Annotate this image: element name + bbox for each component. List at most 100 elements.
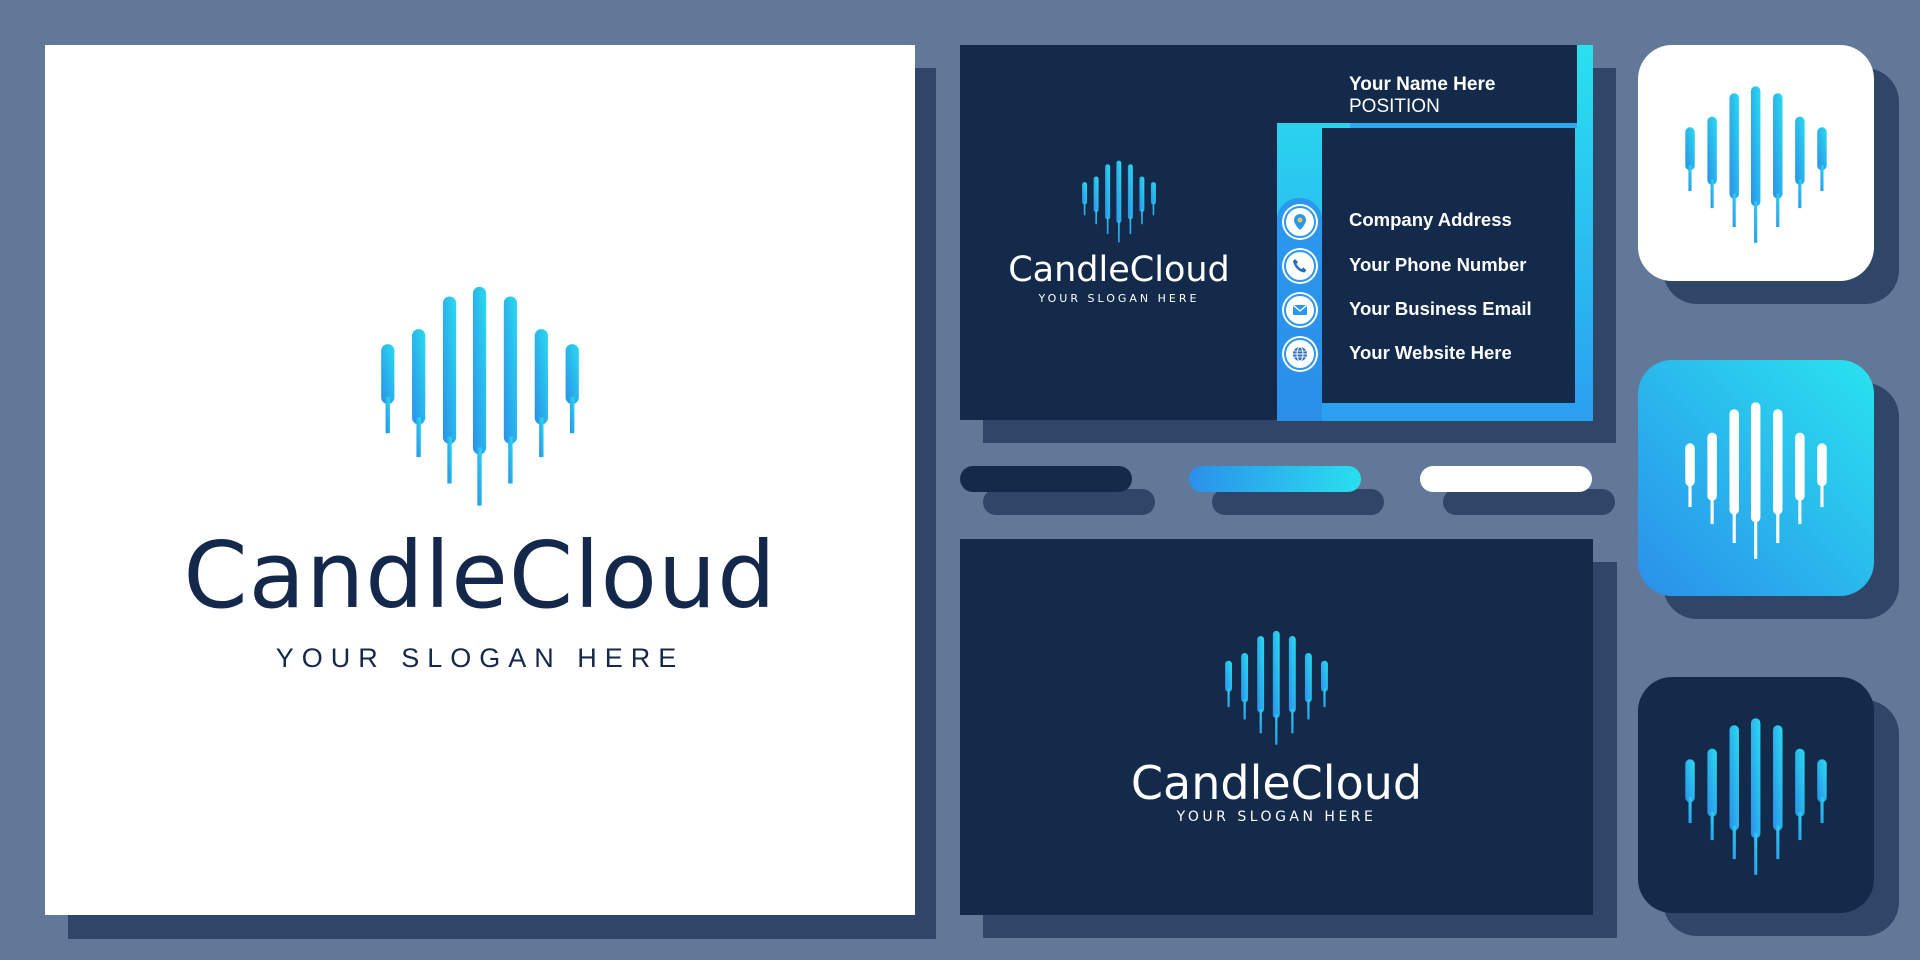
candle-wick-4 (477, 447, 482, 506)
swatch-navy-shadow (983, 489, 1155, 515)
candle-wick-5 (508, 436, 513, 484)
candle-body-3 (1729, 93, 1739, 199)
candle-body-4 (1750, 718, 1761, 839)
swatch-gradient (1189, 466, 1361, 492)
candle-body-1 (1685, 443, 1695, 487)
candle-body-6 (534, 329, 548, 425)
candle-wick-4 (1275, 714, 1278, 745)
candle-wick-7 (1820, 165, 1824, 192)
card-front-slogan: YOUR SLOGAN HERE (1038, 292, 1200, 305)
candle-wick-1 (1083, 201, 1086, 216)
candle-wick-2 (1095, 209, 1097, 225)
card-back-logo-mark (1225, 630, 1328, 745)
candle-logo-mark (381, 286, 579, 506)
candle-body-1 (1685, 759, 1695, 803)
app-icon-white-logo-mark (1685, 86, 1827, 243)
candle-body-6 (1795, 748, 1805, 817)
location-pin-icon (1284, 206, 1316, 238)
candle-body-7 (1817, 443, 1827, 487)
candle-body-4 (1750, 402, 1761, 523)
candle-wick-1 (1227, 688, 1230, 708)
candle-body-5 (1288, 635, 1296, 713)
candle-body-7 (565, 344, 579, 405)
candle-wick-7 (570, 397, 575, 434)
candle-body-6 (1795, 432, 1805, 501)
phone-icon (1284, 250, 1316, 282)
contact-phone: Your Phone Number (1349, 254, 1527, 275)
candle-wick-7 (1820, 481, 1824, 508)
app-icon-navy-logo-mark (1685, 718, 1827, 875)
candle-body-6 (1304, 652, 1312, 703)
candle-body-3 (1729, 409, 1739, 515)
candle-wick-6 (1141, 209, 1143, 225)
candle-body-6 (1139, 176, 1145, 213)
contact-website: Your Website Here (1349, 342, 1512, 363)
candle-body-7 (1150, 182, 1156, 205)
candle-body-7 (1321, 660, 1328, 692)
candle-wick-3 (1732, 193, 1736, 228)
candle-wick-2 (1710, 495, 1714, 525)
brand-name: CandleCloud (183, 522, 777, 629)
candle-wick-3 (1732, 509, 1736, 544)
candle-body-1 (1685, 127, 1695, 171)
candle-wick-6 (1307, 698, 1310, 720)
candle-wick-5 (1776, 193, 1780, 228)
card-front-brand-name: CandleCloud (1008, 250, 1230, 290)
candle-body-1 (1225, 660, 1232, 692)
contact-email: Your Business Email (1349, 298, 1532, 319)
candle-wick-1 (1688, 797, 1692, 824)
candle-wick-7 (1323, 688, 1326, 708)
candle-wick-4 (1754, 833, 1758, 875)
candle-body-4 (472, 286, 487, 455)
candle-body-3 (1105, 164, 1111, 220)
candle-wick-3 (1732, 825, 1736, 860)
candle-body-2 (412, 329, 426, 425)
candle-wick-4 (1754, 517, 1758, 559)
contact-name: Your Name Here (1349, 74, 1496, 95)
candle-body-6 (1795, 116, 1805, 185)
candle-body-5 (1773, 409, 1783, 515)
swatch-white (1420, 466, 1592, 492)
card-back-brand-name: CandleCloud (1130, 756, 1423, 810)
candle-wick-5 (1776, 825, 1780, 860)
candle-body-5 (1127, 164, 1133, 220)
brand-slogan: YOUR SLOGAN HERE (275, 643, 685, 673)
candle-body-1 (381, 344, 395, 405)
candle-wick-5 (1129, 216, 1132, 235)
candle-body-4 (1750, 86, 1761, 207)
candle-wick-5 (1776, 509, 1780, 544)
swatch-gradient-shadow (1212, 489, 1384, 515)
candle-wick-3 (1259, 708, 1262, 734)
globe-icon (1284, 338, 1316, 370)
card-back-slogan: YOUR SLOGAN HERE (1176, 809, 1377, 825)
candle-wick-4 (1118, 220, 1120, 243)
contact-position: POSITION (1349, 96, 1440, 117)
candle-wick-5 (1291, 708, 1294, 734)
candle-wick-3 (447, 436, 452, 484)
candle-wick-2 (416, 417, 421, 458)
candle-wick-4 (1754, 201, 1758, 243)
candle-wick-2 (1710, 811, 1714, 841)
candle-wick-7 (1820, 797, 1824, 824)
candle-wick-6 (1798, 179, 1802, 209)
candle-wick-1 (1688, 481, 1692, 508)
candle-wick-6 (539, 417, 544, 458)
candle-body-2 (1707, 748, 1717, 817)
candle-body-5 (1773, 725, 1783, 831)
candle-body-4 (1272, 630, 1280, 719)
envelope-icon (1284, 294, 1316, 326)
candle-wick-7 (1152, 201, 1155, 216)
candle-body-5 (1773, 93, 1783, 199)
candle-wick-3 (1106, 216, 1109, 235)
candle-body-7 (1817, 127, 1827, 171)
candle-wick-2 (1243, 698, 1246, 720)
candle-body-2 (1707, 116, 1717, 185)
candle-body-3 (1257, 635, 1265, 713)
candle-body-2 (1707, 432, 1717, 501)
candle-body-7 (1817, 759, 1827, 803)
candle-body-1 (1082, 182, 1088, 205)
candle-body-5 (503, 296, 518, 444)
candle-wick-6 (1798, 495, 1802, 525)
candle-wick-1 (385, 397, 390, 434)
app-icon-gradient-logo-mark (1685, 402, 1827, 559)
